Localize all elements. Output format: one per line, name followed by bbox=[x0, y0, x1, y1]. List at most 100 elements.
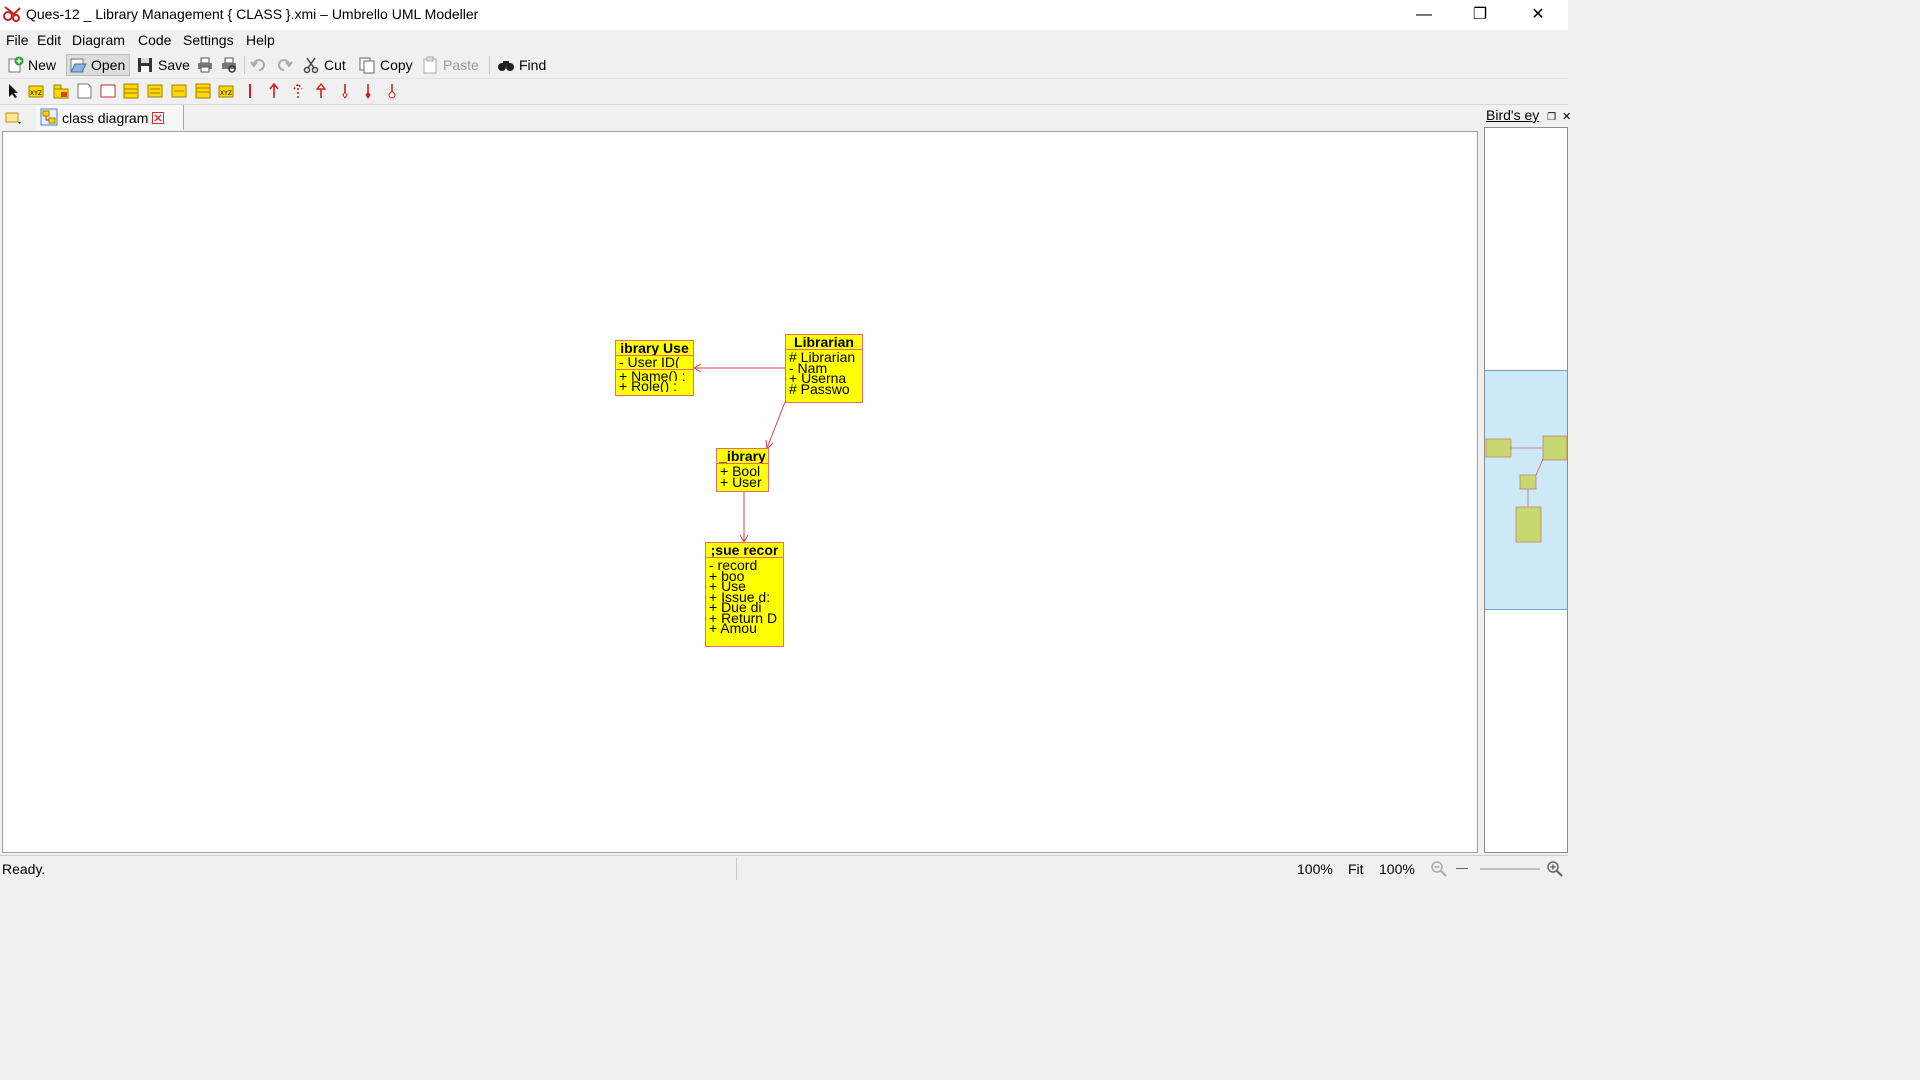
note-icon[interactable] bbox=[76, 83, 92, 99]
class-xyz-icon[interactable]: XYZ bbox=[28, 83, 44, 99]
copy-button[interactable]: Copy bbox=[358, 54, 413, 76]
directed-association-icon[interactable] bbox=[266, 83, 282, 99]
print-button[interactable] bbox=[196, 54, 214, 76]
save-disk-icon bbox=[138, 58, 152, 72]
status-message: Ready. bbox=[2, 861, 46, 877]
class-attribute: + Bool bbox=[720, 466, 761, 477]
save-button[interactable]: Save bbox=[136, 54, 190, 76]
association-library-to-issue-record[interactable] bbox=[739, 491, 749, 544]
cut-button-label: Cut bbox=[324, 57, 346, 73]
class-attribute: - record bbox=[709, 560, 758, 571]
select-arrow-icon[interactable] bbox=[6, 83, 22, 99]
class-issue-record[interactable]: ;sue recor - record + boo + Use + Issue … bbox=[705, 542, 784, 647]
print-preview-icon bbox=[222, 57, 236, 73]
redo-button[interactable] bbox=[275, 54, 293, 76]
zoom-level: 100% bbox=[1297, 861, 1333, 877]
minimize-button[interactable]: — bbox=[1396, 0, 1452, 30]
entity-icon[interactable] bbox=[195, 83, 211, 99]
zoom-slider-track[interactable] bbox=[1480, 868, 1540, 870]
umbrello-app-icon bbox=[3, 6, 21, 22]
new-diagram-dropdown-icon[interactable] bbox=[4, 109, 24, 127]
undo-icon bbox=[250, 59, 265, 71]
interface-icon[interactable] bbox=[123, 83, 139, 99]
open-folder-icon bbox=[70, 58, 87, 73]
paste-clipboard-icon bbox=[423, 56, 437, 74]
main-toolbar: New Open Save Cut Copy Paste Find bbox=[0, 52, 1568, 79]
find-button-label: Find bbox=[519, 57, 547, 73]
zoom-out-icon[interactable] bbox=[1430, 860, 1448, 878]
window-title: Ques-12 _ Library Management { CLASS }.x… bbox=[26, 6, 479, 22]
diagram-tab-bar: class diagram bbox=[0, 105, 1478, 130]
zoom-in-icon[interactable] bbox=[1546, 860, 1564, 878]
class-attribute: + Return D bbox=[709, 612, 778, 624]
object-xyz-icon[interactable]: XYZ bbox=[218, 83, 234, 99]
birds-eye-viewport[interactable] bbox=[1485, 370, 1567, 610]
birds-eye-title-text: Bird's ey bbox=[1486, 107, 1540, 123]
close-panel-icon[interactable]: ✕ bbox=[1562, 111, 1571, 123]
generalization-icon[interactable] bbox=[313, 83, 329, 99]
class-attribute: # Passwo bbox=[789, 383, 850, 395]
class-operation: + Role() : bbox=[619, 381, 677, 392]
tab-class-diagram[interactable]: class diagram bbox=[36, 105, 184, 130]
save-button-label: Save bbox=[158, 57, 190, 73]
aggregation-icon[interactable] bbox=[337, 83, 353, 99]
redo-icon bbox=[278, 59, 293, 71]
print-icon bbox=[198, 57, 212, 73]
new-button[interactable]: New bbox=[6, 54, 56, 76]
copy-icon bbox=[359, 57, 375, 74]
paste-button[interactable]: Paste bbox=[421, 54, 479, 76]
datatype-icon[interactable] bbox=[147, 83, 163, 99]
association-librarian-to-library[interactable] bbox=[765, 401, 786, 451]
class-attribute: - Nam bbox=[789, 362, 828, 374]
class-attribute: + boo bbox=[709, 570, 745, 582]
class-attribute: + Userna bbox=[789, 373, 847, 384]
containment-icon[interactable] bbox=[384, 83, 400, 99]
paste-button-label: Paste bbox=[443, 57, 479, 73]
toolbar-separator bbox=[489, 56, 490, 74]
find-button[interactable]: Find bbox=[497, 54, 546, 76]
enum-icon[interactable] bbox=[171, 83, 187, 99]
class-diagram-icon bbox=[40, 108, 58, 126]
float-panel-icon[interactable]: ❐ bbox=[1547, 112, 1556, 123]
cut-button[interactable]: Cut bbox=[302, 54, 346, 76]
class-attribute: - User ID( bbox=[619, 357, 680, 368]
menu-diagram[interactable]: Diagram bbox=[72, 32, 125, 48]
svg-text:XYZ: XYZ bbox=[30, 90, 42, 97]
birds-eye-title: Bird's ey ❐ ✕ bbox=[1486, 107, 1571, 123]
title-bar: Ques-12 _ Library Management { CLASS }.x… bbox=[0, 0, 1568, 30]
fit-button[interactable]: Fit bbox=[1348, 861, 1364, 877]
close-tab-icon[interactable] bbox=[152, 112, 164, 124]
box-icon[interactable] bbox=[100, 83, 116, 99]
class-library[interactable]: _ibrary + Bool + User bbox=[716, 448, 769, 492]
menu-settings[interactable]: Settings bbox=[183, 32, 234, 48]
menu-file[interactable]: File bbox=[6, 32, 29, 48]
class-attribute: + User bbox=[720, 476, 762, 488]
class-name: _ibrary bbox=[717, 449, 768, 464]
undo-button[interactable] bbox=[250, 54, 268, 76]
actual-size-button[interactable]: 100% bbox=[1379, 861, 1415, 877]
class-name: ;sue recor bbox=[706, 543, 783, 558]
menu-edit[interactable]: Edit bbox=[37, 32, 61, 48]
class-librarian[interactable]: Librarian # Librarian - Nam + Userna # P… bbox=[785, 334, 863, 403]
print-preview-button[interactable] bbox=[220, 54, 238, 76]
restore-button[interactable]: ❐ bbox=[1452, 0, 1508, 30]
new-button-label: New bbox=[28, 57, 57, 73]
open-button[interactable]: Open bbox=[66, 54, 131, 76]
class-library-user[interactable]: ibrary Use - User ID( + Name() : + Role(… bbox=[615, 340, 694, 396]
diagram-canvas[interactable]: ibrary Use - User ID( + Name() : + Role(… bbox=[2, 131, 1478, 853]
binoculars-icon bbox=[498, 61, 514, 71]
class-name: ibrary Use bbox=[616, 341, 693, 356]
menu-help[interactable]: Help bbox=[246, 32, 275, 48]
package-icon[interactable] bbox=[53, 83, 69, 99]
composition-icon[interactable] bbox=[360, 83, 376, 99]
association-line-icon[interactable] bbox=[242, 83, 258, 99]
close-button[interactable]: ✕ bbox=[1510, 0, 1566, 30]
menu-code[interactable]: Code bbox=[138, 32, 171, 48]
association-librarian-to-library-user[interactable] bbox=[692, 363, 785, 373]
zoom-slider-handle[interactable] bbox=[1456, 868, 1468, 869]
class-attribute: # Librarian bbox=[789, 352, 856, 363]
class-attribute: + Issue d: bbox=[709, 591, 771, 603]
dependency-icon[interactable] bbox=[290, 83, 306, 99]
status-separator bbox=[736, 858, 737, 880]
copy-button-label: Copy bbox=[380, 57, 413, 73]
